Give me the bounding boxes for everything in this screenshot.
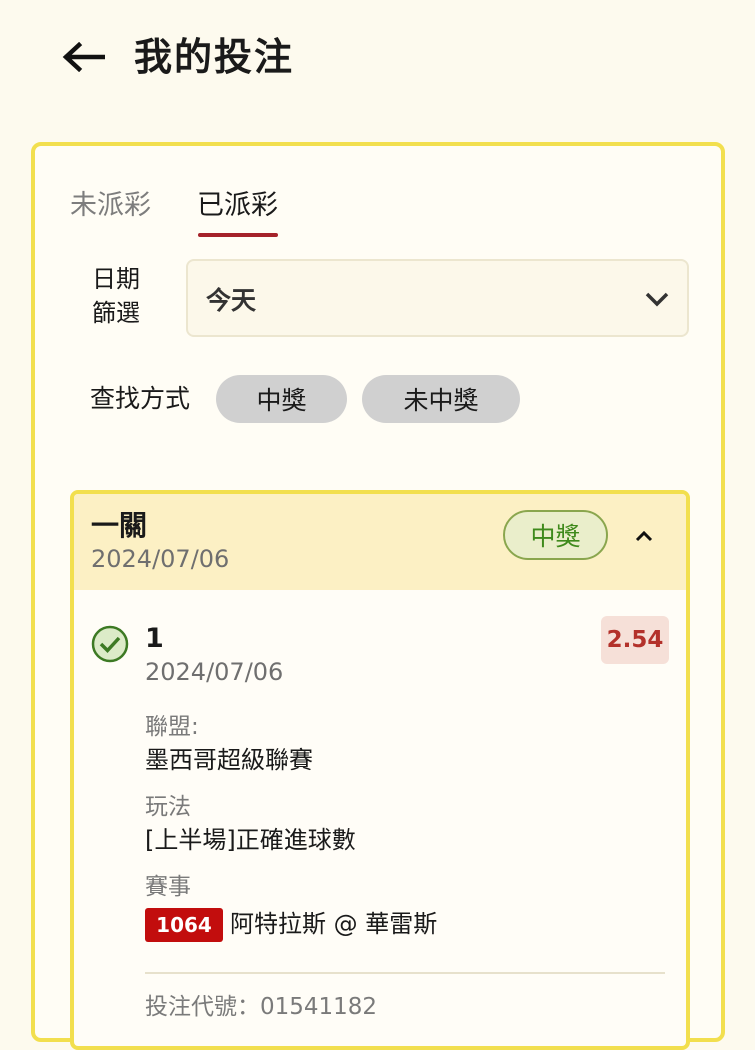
- bets-panel: 未派彩 已派彩 日期篩選 今天 查找方式 中獎 未中獎 一關 2024/07/0…: [31, 142, 725, 1050]
- league-label: 聯盟:: [145, 714, 199, 740]
- chip-win[interactable]: 中獎: [216, 375, 347, 423]
- play-value: [上半場]正確進球數: [145, 826, 356, 854]
- league-value: 墨西哥超級聯賽: [145, 746, 313, 774]
- odds-badge: 2.54: [601, 616, 669, 664]
- leg-index: 1: [145, 623, 164, 654]
- bet-type: 一關: [91, 509, 148, 542]
- bet-card: 一關 2024/07/06 中獎 1 2024/07/06 2.54 聯盟: 墨…: [70, 490, 690, 1050]
- date-filter-label: 日期篩選: [92, 265, 140, 327]
- match-code-badge: 1064: [145, 908, 223, 942]
- check-circle-icon: [91, 625, 129, 663]
- match-label: 賽事: [145, 874, 191, 900]
- back-button[interactable]: [58, 34, 108, 80]
- match-name: 阿特拉斯 @ 華雷斯: [230, 910, 438, 938]
- chevron-down-icon: [645, 292, 669, 307]
- tab-settled[interactable]: 已派彩: [197, 188, 278, 224]
- bet-date: 2024/07/06: [91, 545, 230, 573]
- header: 我的投注: [0, 0, 755, 120]
- arrow-left-icon: [62, 42, 105, 72]
- tab-unsettled[interactable]: 未派彩: [70, 188, 151, 224]
- date-filter-select[interactable]: 今天: [186, 259, 689, 337]
- bet-card-header[interactable]: 一關 2024/07/06 中獎: [74, 494, 686, 590]
- chip-lose[interactable]: 未中獎: [362, 375, 520, 423]
- divider: [145, 972, 665, 974]
- leg-date: 2024/07/06: [145, 658, 284, 686]
- chevron-up-icon[interactable]: [626, 520, 662, 552]
- search-method-label: 查找方式: [90, 384, 191, 413]
- play-label: 玩法: [145, 794, 191, 820]
- bet-reference: 投注代號：01541182: [145, 994, 378, 1020]
- page-title: 我的投注: [134, 35, 295, 79]
- status-badge: 中獎: [503, 510, 608, 560]
- date-filter-value: 今天: [206, 286, 257, 315]
- active-tab-indicator: [198, 233, 278, 237]
